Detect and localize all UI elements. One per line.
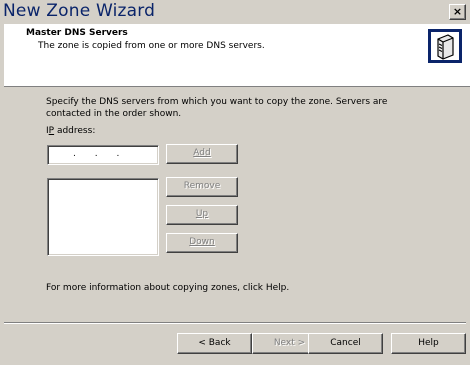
cancel-button-label: Cancel: [330, 338, 361, 348]
remove-button-label: Remove: [183, 181, 221, 191]
back-button-label: < Back: [198, 338, 231, 348]
back-button[interactable]: < Back: [177, 333, 252, 354]
ip-address-input[interactable]: . . .: [47, 145, 159, 165]
wizard-content: Specify the DNS servers from which you w…: [4, 87, 470, 322]
ip-address-value: . . .: [73, 149, 120, 159]
down-button[interactable]: Down: [166, 233, 238, 253]
server-icon: [428, 29, 462, 63]
add-button-label: Add: [193, 148, 211, 158]
next-button-label: Next >: [273, 338, 306, 348]
close-button[interactable]: ×: [449, 4, 466, 20]
up-button[interactable]: Up: [166, 205, 238, 225]
remove-button[interactable]: Remove: [166, 177, 238, 197]
page-title: Master DNS Servers: [26, 28, 128, 38]
down-button-label: Down: [189, 237, 215, 247]
ip-address-label: IP address:: [46, 126, 95, 136]
instructions-text: Specify the DNS servers from which you w…: [46, 97, 388, 119]
help-button[interactable]: Help: [391, 333, 466, 354]
add-button[interactable]: Add: [166, 144, 238, 164]
ip-label-rest: address:: [54, 126, 96, 136]
close-icon: ×: [452, 5, 463, 18]
help-info-text: For more information about copying zones…: [46, 283, 290, 293]
wizard-window: New Zone Wizard × Master DNS Servers The…: [0, 0, 470, 365]
cancel-button[interactable]: Cancel: [308, 333, 383, 354]
up-button-label: Up: [195, 209, 209, 219]
help-button-label: Help: [418, 338, 439, 348]
server-list[interactable]: [47, 178, 159, 256]
title-bar[interactable]: New Zone Wizard ×: [0, 0, 470, 24]
page-subtitle: The zone is copied from one or more DNS …: [38, 41, 265, 51]
footer-separator: [4, 322, 466, 324]
window-title: New Zone Wizard: [3, 1, 156, 21]
wizard-header: Master DNS Servers The zone is copied fr…: [4, 24, 470, 87]
